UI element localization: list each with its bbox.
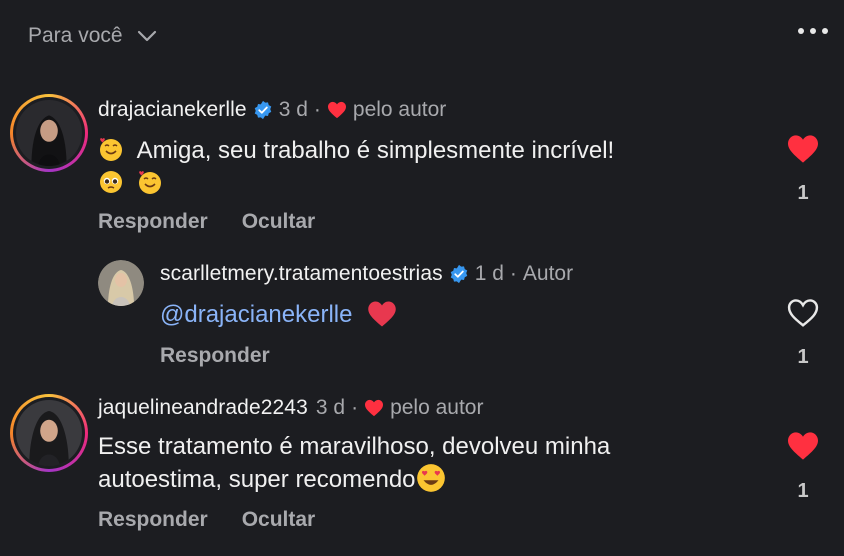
separator-dot: ·: [313, 98, 321, 121]
comments-header: Para você: [0, 0, 844, 76]
reply-text: @drajacianekerlle: [160, 298, 397, 331]
author-tag: Autor: [522, 262, 574, 285]
comment-text-line-2: autoestima, super recomendo: [98, 466, 416, 493]
reply-button[interactable]: Responder: [160, 344, 270, 368]
more-options-icon[interactable]: [798, 28, 828, 34]
like-count: 1: [797, 480, 809, 502]
smiling-face-with-hearts-emoji-icon: [138, 171, 161, 194]
verified-badge-icon: [254, 100, 271, 120]
red-heart-emoji-icon: [368, 301, 396, 327]
like-heart-icon[interactable]: [786, 134, 820, 164]
comment-text-line-1: Esse tratamento é maravilhoso, devolveu …: [98, 433, 611, 460]
comment-time: 3 d: [315, 396, 346, 419]
reply-button[interactable]: Responder: [98, 210, 208, 234]
sort-filter-label: Para você: [28, 24, 123, 47]
comment-username[interactable]: jaquelineandrade2243: [98, 396, 308, 420]
like-count: 1: [797, 182, 809, 204]
chevron-down-icon: [137, 30, 156, 42]
avatar[interactable]: [98, 260, 144, 306]
comment-text-body: Amiga, seu trabalho é simplesmente incrí…: [136, 137, 615, 164]
mention-link[interactable]: @drajacianekerlle: [160, 301, 352, 328]
hide-button[interactable]: Ocultar: [242, 508, 316, 532]
comment-text: Esse tratamento é maravilhoso, devolveu …: [98, 430, 778, 496]
avatar[interactable]: [10, 94, 88, 172]
comment-username[interactable]: drajacianekerlle: [98, 98, 247, 122]
like-heart-icon[interactable]: [786, 431, 820, 461]
reply-username[interactable]: scarlletmery.tratamentoestrias: [160, 262, 443, 286]
reply-button[interactable]: Responder: [98, 508, 208, 532]
like-heart-outline-icon[interactable]: [786, 298, 820, 328]
liked-by-author-label: pelo autor: [390, 396, 484, 419]
like-count: 1: [797, 346, 809, 368]
sort-filter-dropdown[interactable]: Para você: [28, 24, 157, 48]
pleading-face-emoji-icon: [100, 171, 122, 193]
comment-text: Amiga, seu trabalho é simplesmente incrí…: [98, 134, 758, 200]
separator-dot: ·: [509, 262, 517, 285]
liked-by-author-heart-icon: [327, 101, 346, 119]
heart-eyes-emoji-icon: [416, 464, 445, 492]
comment-time: 3 d: [278, 98, 308, 121]
avatar[interactable]: [10, 394, 88, 472]
liked-by-author-heart-icon: [365, 399, 384, 417]
separator-dot: ·: [351, 396, 359, 419]
verified-badge-icon: [450, 264, 467, 284]
hide-button[interactable]: Ocultar: [242, 210, 316, 234]
liked-by-author-label: pelo autor: [352, 98, 447, 121]
smiling-face-with-hearts-emoji-icon: [100, 138, 122, 161]
reply-time: 1 d: [474, 262, 504, 285]
